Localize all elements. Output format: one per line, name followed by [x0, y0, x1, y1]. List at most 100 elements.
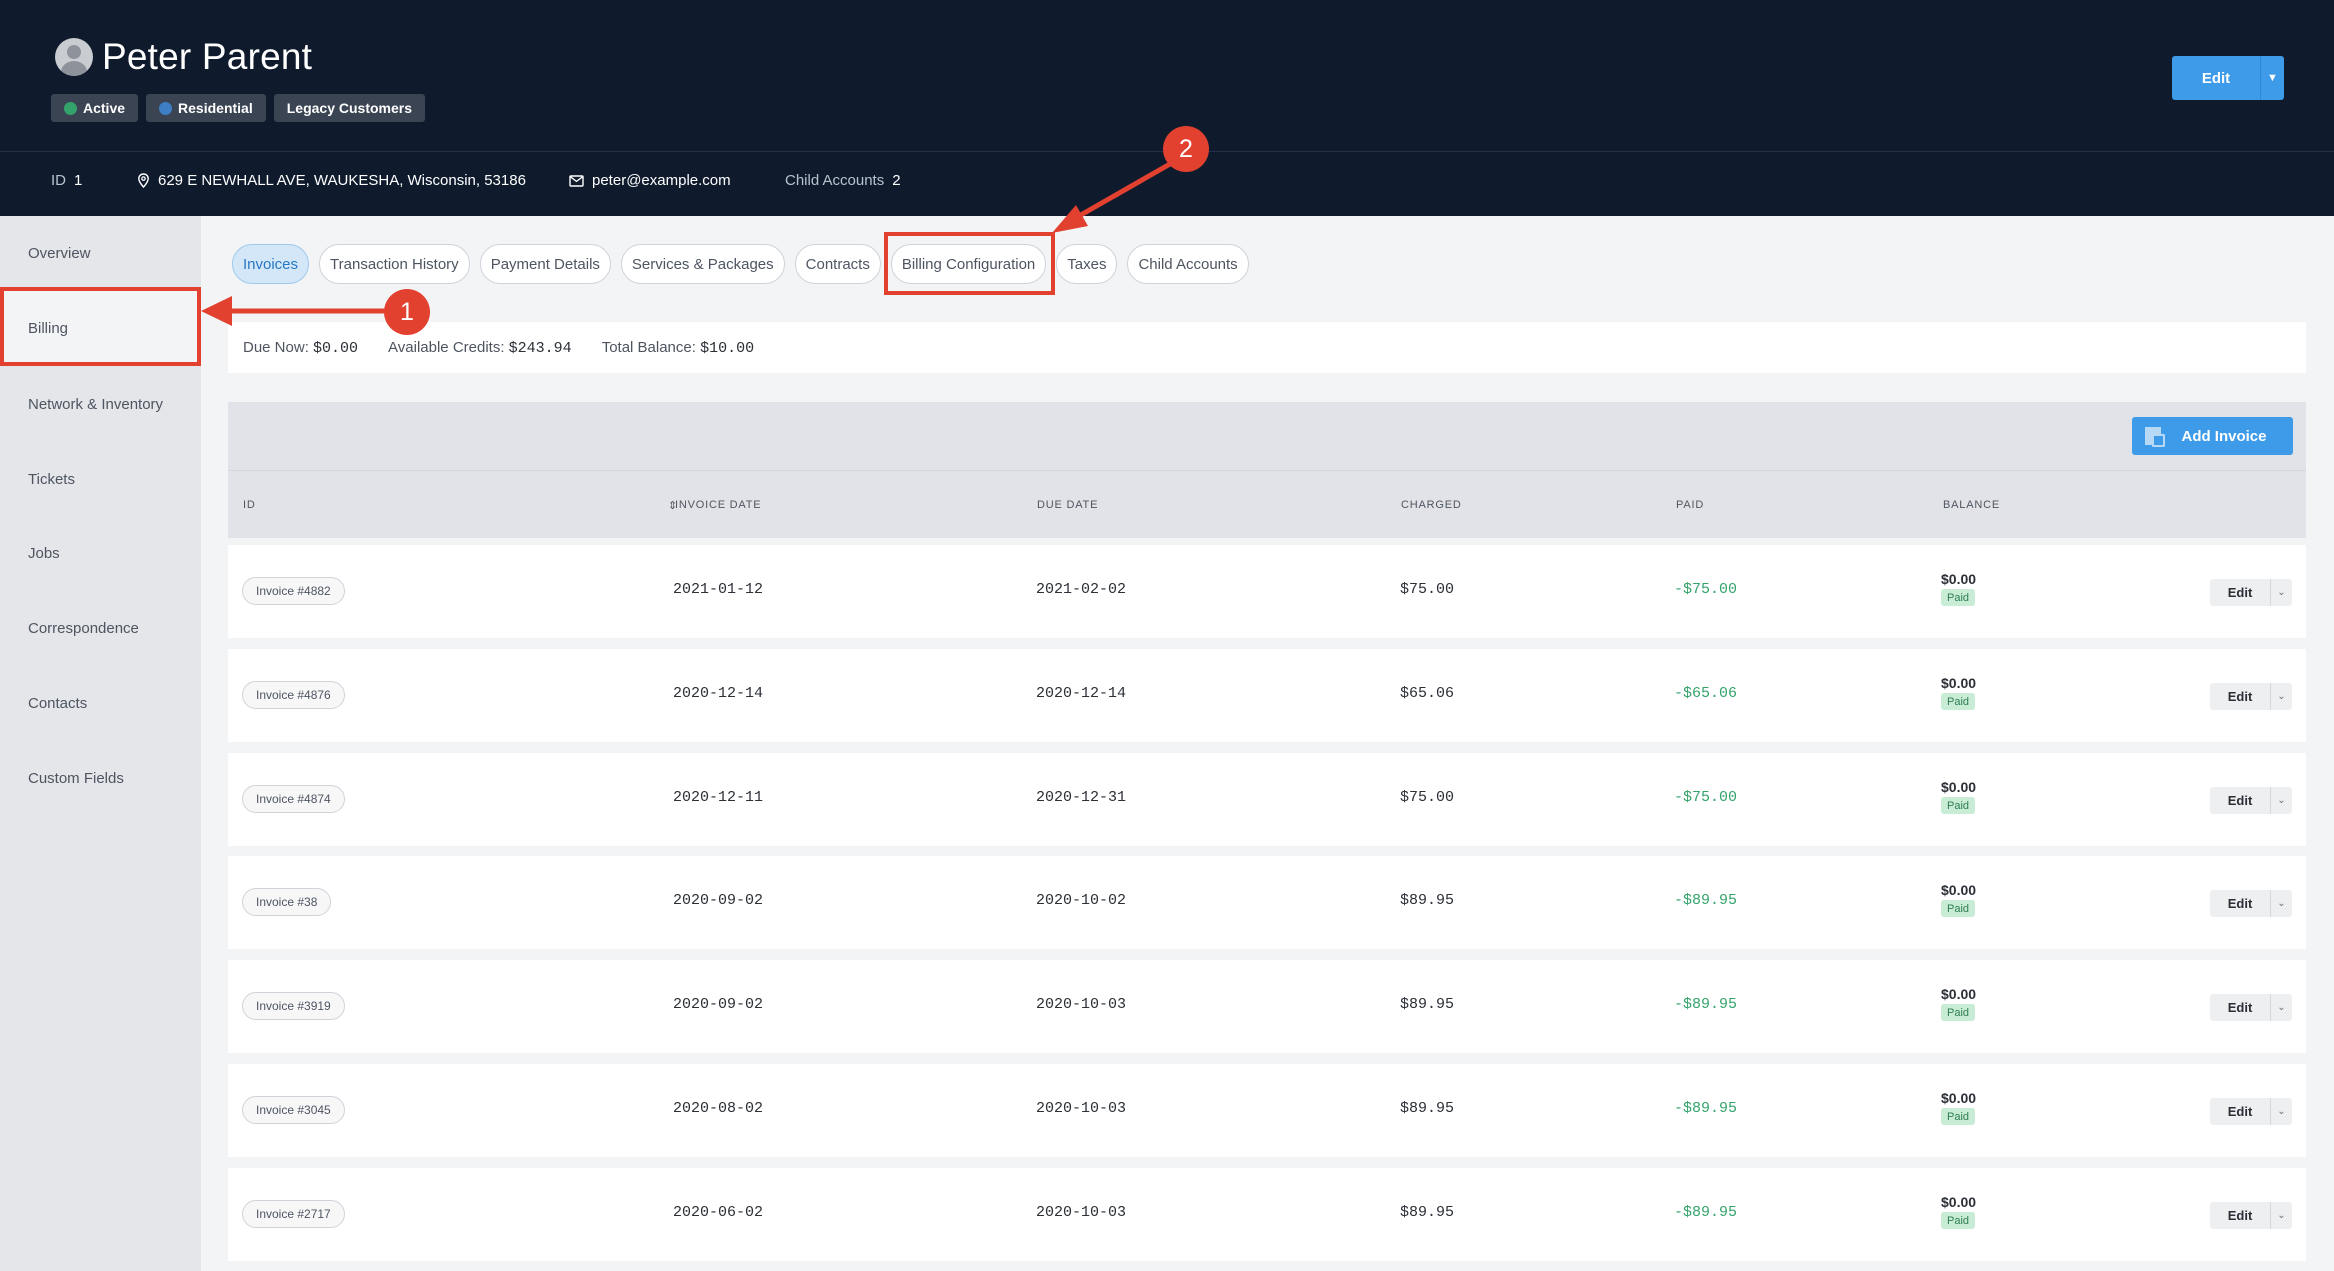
meta-address[interactable]: 629 E NEWHALL AVE, WAUKESHA, Wisconsin, …	[137, 172, 526, 189]
status-badge-active: Active	[51, 94, 139, 122]
column-header-due-date[interactable]: DUE DATE	[1037, 499, 1098, 511]
sidebar-item-jobs[interactable]: Jobs	[28, 545, 60, 562]
paid-amount: -$89.95	[1674, 1204, 1738, 1221]
tab-invoices[interactable]: Invoices	[232, 244, 310, 284]
add-invoice-label[interactable]: Add Invoice	[2161, 428, 2293, 445]
invoice-date: 2020-09-02	[673, 996, 764, 1013]
edit-customer-button[interactable]: Edit ▼	[2172, 56, 2284, 100]
table-row: Invoice #4882 2021-01-12 2021-02-02 $75.…	[228, 545, 2306, 638]
paid-amount: -$75.00	[1674, 581, 1738, 598]
row-edit-button[interactable]: Edit ⌄	[2210, 1098, 2292, 1125]
chevron-down-icon[interactable]: ⌄	[2270, 994, 2292, 1021]
column-header-balance[interactable]: BALANCE	[1943, 499, 2000, 511]
column-header-invoice-date[interactable]: INVOICE DATE	[675, 499, 761, 511]
sidebar-item-network-inventory[interactable]: Network & Inventory	[28, 396, 163, 413]
balance-amount: $0.00	[1941, 779, 1977, 795]
due-now: Due Now: $0.00	[243, 338, 359, 357]
row-edit-button[interactable]: Edit ⌄	[2210, 683, 2292, 710]
invoice-id-pill[interactable]: Invoice #4882	[242, 577, 345, 605]
invoice-id-pill[interactable]: Invoice #2717	[242, 1200, 345, 1228]
row-edit-button[interactable]: Edit ⌄	[2210, 579, 2292, 606]
sidebar-item-billing[interactable]: Billing	[0, 287, 201, 366]
balance-amount: $0.00	[1941, 1090, 1977, 1106]
chevron-down-icon[interactable]: ⌄	[2270, 683, 2292, 710]
chevron-down-icon[interactable]: ⌄	[2270, 579, 2292, 606]
edit-customer-label[interactable]: Edit	[2172, 56, 2260, 100]
charged-amount: $89.95	[1400, 892, 1455, 909]
charged-amount: $89.95	[1400, 1100, 1455, 1117]
avatar	[55, 38, 93, 76]
sidebar-item-contacts[interactable]: Contacts	[28, 695, 87, 712]
tab-services-packages[interactable]: Services & Packages	[620, 244, 785, 284]
charged-amount: $65.06	[1400, 685, 1455, 702]
billing-configuration-highlight	[884, 232, 1055, 295]
invoice-date: 2020-06-02	[673, 1204, 764, 1221]
tab-child-accounts[interactable]: Child Accounts	[1127, 244, 1249, 284]
column-header-paid[interactable]: PAID	[1676, 499, 1704, 511]
chevron-down-icon[interactable]: ⌄	[2270, 787, 2292, 814]
invoice-id-pill[interactable]: Invoice #38	[242, 888, 332, 916]
due-date: 2020-10-03	[1036, 996, 1127, 1013]
status-badge: Paid	[1941, 797, 1976, 814]
due-date: 2020-10-03	[1036, 1204, 1127, 1221]
balance-amount: $0.00	[1941, 882, 1977, 898]
meta-email[interactable]: peter@example.com	[569, 172, 731, 189]
table-row: Invoice #2717 2020-06-02 2020-10-03 $89.…	[228, 1168, 2306, 1261]
status-badge-residential: Residential	[146, 94, 266, 122]
balance-amount: $0.00	[1941, 986, 1977, 1002]
tab-taxes[interactable]: Taxes	[1056, 244, 1118, 284]
paid-amount: -$89.95	[1674, 892, 1738, 909]
balance-summary: Due Now: $0.00 Available Credits: $243.9…	[228, 322, 2306, 373]
row-edit-label[interactable]: Edit	[2210, 579, 2270, 606]
due-date: 2020-12-14	[1036, 685, 1127, 702]
paid-amount: -$75.00	[1674, 789, 1738, 806]
status-badge: Paid	[1941, 1004, 1976, 1021]
chevron-down-icon[interactable]: ⌄	[2270, 890, 2292, 917]
invoice-id-pill[interactable]: Invoice #3045	[242, 1096, 345, 1124]
row-edit-button[interactable]: Edit ⌄	[2210, 994, 2292, 1021]
row-edit-label[interactable]: Edit	[2210, 890, 2270, 917]
row-edit-label[interactable]: Edit	[2210, 787, 2270, 814]
table-row: Invoice #38 2020-09-02 2020-10-02 $89.95…	[228, 856, 2306, 949]
add-document-icon	[2145, 427, 2165, 447]
invoice-id-pill[interactable]: Invoice #4876	[242, 681, 345, 709]
row-edit-label[interactable]: Edit	[2210, 683, 2270, 710]
meta-child-accounts[interactable]: Child Accounts 2	[785, 172, 901, 189]
tab-payment-details[interactable]: Payment Details	[479, 244, 611, 284]
row-edit-button[interactable]: Edit ⌄	[2210, 787, 2292, 814]
sidebar: Overview Network & Inventory Tickets Job…	[0, 216, 201, 1271]
status-badge: Paid	[1941, 589, 1976, 606]
tab-contracts[interactable]: Contracts	[794, 244, 881, 284]
row-edit-button[interactable]: Edit ⌄	[2210, 1202, 2292, 1229]
paid-amount: -$89.95	[1674, 996, 1738, 1013]
customer-name: Peter Parent	[102, 36, 313, 77]
meta-id: ID 1	[51, 172, 83, 189]
sidebar-item-correspondence[interactable]: Correspondence	[28, 620, 139, 637]
column-header-id[interactable]: ID	[243, 499, 256, 511]
sidebar-item-overview[interactable]: Overview	[28, 245, 91, 262]
annotation-marker-2: 2	[1163, 126, 1209, 172]
sidebar-item-custom-fields[interactable]: Custom Fields	[28, 770, 124, 787]
sidebar-item-tickets[interactable]: Tickets	[28, 471, 75, 488]
chevron-down-icon[interactable]: ⌄	[2270, 1202, 2292, 1229]
envelope-icon	[569, 174, 584, 187]
invoice-id-pill[interactable]: Invoice #3919	[242, 992, 345, 1020]
table-row: Invoice #4874 2020-12-11 2020-12-31 $75.…	[228, 753, 2306, 846]
sidebar-item-billing-label[interactable]: Billing	[28, 320, 68, 337]
available-credits: Available Credits: $243.94	[388, 338, 572, 357]
column-header-charged[interactable]: CHARGED	[1401, 499, 1462, 511]
tab-transaction-history[interactable]: Transaction History	[319, 244, 470, 284]
row-edit-button[interactable]: Edit ⌄	[2210, 890, 2292, 917]
add-invoice-button[interactable]: Add Invoice	[2132, 417, 2293, 455]
row-edit-label[interactable]: Edit	[2210, 1202, 2270, 1229]
balance-amount: $0.00	[1941, 675, 1977, 691]
chevron-down-icon[interactable]: ▼	[2260, 56, 2284, 100]
row-edit-label[interactable]: Edit	[2210, 994, 2270, 1021]
residential-dot-icon	[159, 101, 173, 115]
invoice-id-pill[interactable]: Invoice #4874	[242, 785, 345, 813]
invoice-table-header: ID ⇕ INVOICE DATE DUE DATE CHARGED PAID …	[228, 470, 2306, 538]
table-row: Invoice #3919 2020-09-02 2020-10-03 $89.…	[228, 960, 2306, 1053]
row-edit-label[interactable]: Edit	[2210, 1098, 2270, 1125]
paid-amount: -$89.95	[1674, 1100, 1738, 1117]
chevron-down-icon[interactable]: ⌄	[2270, 1098, 2292, 1125]
